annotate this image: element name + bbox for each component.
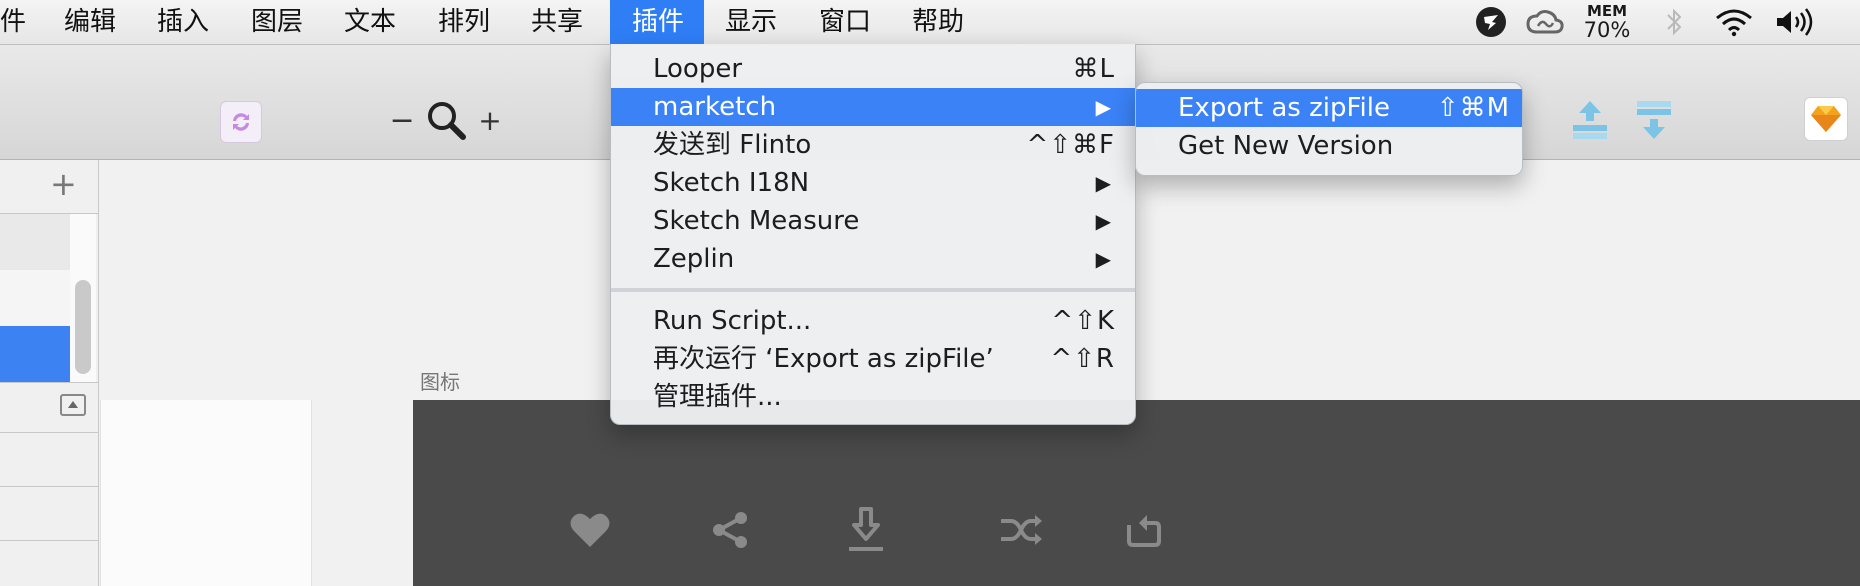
forward-button[interactable] (1568, 97, 1612, 143)
menu-window[interactable]: 窗口 (797, 0, 893, 44)
white-artboard[interactable] (100, 400, 312, 586)
zoom-out-button[interactable]: − (389, 103, 414, 138)
heart-icon (568, 505, 612, 555)
menu-layer[interactable]: 图层 (229, 0, 325, 44)
menu-separator (611, 288, 1135, 292)
menu-item-sketch-measure[interactable]: Sketch Measure ▶ (611, 202, 1135, 240)
menu-item-shortcut: ^⇧⌘F (1026, 130, 1115, 160)
menu-item-sketch-i18n[interactable]: Sketch I18N ▶ (611, 164, 1135, 202)
menu-item-label: Sketch Measure (653, 206, 860, 236)
submenu-arrow-icon: ▶ (1095, 95, 1111, 119)
menu-file[interactable]: 件 (0, 0, 48, 44)
artboard-label[interactable]: 图标 (420, 366, 460, 395)
bring-forward-icon (1573, 101, 1607, 139)
menu-item-looper[interactable]: Looper ⌘L (611, 50, 1135, 88)
page-row[interactable] (0, 270, 70, 326)
menu-item-shortcut: ^⇧K (1051, 306, 1115, 336)
submenu-arrow-icon: ▶ (1095, 247, 1111, 271)
submenu-arrow-icon: ▶ (1095, 209, 1111, 233)
zoom-in-button[interactable]: + (476, 103, 504, 137)
plugins-menu: Looper ⌘L marketch ▶ 发送到 Flinto ^⇧⌘F Ske… (610, 44, 1136, 425)
submenu-item-export-zipfile[interactable]: Export as zipFile ⇧⌘M (1136, 89, 1522, 127)
marketch-submenu: Export as zipFile ⇧⌘M Get New Version (1135, 82, 1523, 176)
collapse-icon[interactable] (60, 394, 86, 416)
wifi-icon[interactable] (1712, 0, 1756, 44)
page-row-selected[interactable] (0, 326, 70, 382)
menu-item-label: Export as zipFile (1178, 93, 1390, 123)
menu-item-marketch[interactable]: marketch ▶ (611, 88, 1135, 126)
menu-item-zeplin[interactable]: Zeplin ▶ (611, 240, 1135, 278)
menu-item-label: 管理插件... (653, 382, 782, 412)
submenu-item-get-new-version[interactable]: Get New Version (1136, 127, 1522, 165)
divider (0, 540, 98, 541)
divider (0, 432, 98, 433)
menu-item-label: 再次运行 ‘Export as zipFile’ (653, 344, 994, 374)
sync-button[interactable] (220, 101, 262, 143)
menu-view[interactable]: 显示 (703, 0, 799, 44)
send-backward-icon (1637, 101, 1671, 139)
sketch-diamond-icon (1811, 106, 1841, 132)
menu-text[interactable]: 文本 (322, 0, 418, 44)
download-icon (844, 505, 888, 555)
backward-button[interactable] (1632, 97, 1676, 143)
menu-plugins[interactable]: 插件 (610, 0, 704, 44)
divider (0, 382, 98, 383)
menu-item-flinto[interactable]: 发送到 Flinto ^⇧⌘F (611, 126, 1135, 164)
menu-item-run-script[interactable]: Run Script... ^⇧K (611, 302, 1135, 340)
menu-item-rerun[interactable]: 再次运行 ‘Export as zipFile’ ^⇧R (611, 340, 1135, 378)
menu-item-label: Get New Version (1178, 131, 1394, 161)
menu-share[interactable]: 共享 (509, 0, 605, 44)
sync-icon (233, 113, 249, 131)
menu-item-shortcut: ⌘L (1072, 54, 1115, 84)
menu-item-shortcut: ⇧⌘M (1436, 93, 1510, 123)
menu-item-label: marketch (653, 92, 777, 122)
volume-icon[interactable] (1772, 0, 1816, 44)
menu-item-label: Zeplin (653, 244, 735, 274)
menu-item-label: Looper (653, 54, 743, 84)
menu-arrange[interactable]: 排列 (416, 0, 512, 44)
page-row[interactable] (0, 214, 70, 270)
menu-item-manage-plugins[interactable]: 管理插件... (611, 378, 1135, 416)
menu-item-label: Run Script... (653, 306, 812, 336)
shuffle-icon (998, 505, 1044, 555)
menu-item-label: 发送到 Flinto (653, 130, 812, 160)
divider (0, 486, 98, 487)
sketch-cloud-button[interactable] (1804, 97, 1848, 141)
creative-cloud-icon[interactable] (1524, 0, 1566, 44)
repeat-icon (1120, 505, 1166, 555)
menu-item-label: Sketch I18N (653, 168, 810, 198)
menu-bar: 件 编辑 插入 图层 文本 排列 共享 插件 显示 窗口 帮助 MEM 70% (0, 0, 1860, 45)
scrollbar-thumb[interactable] (75, 280, 91, 374)
menu-insert[interactable]: 插入 (135, 0, 231, 44)
menu-edit[interactable]: 编辑 (42, 0, 138, 44)
dingtalk-icon[interactable] (1474, 0, 1508, 44)
zoom-icon[interactable] (424, 97, 468, 143)
submenu-arrow-icon: ▶ (1095, 171, 1111, 195)
add-page-button[interactable]: + (50, 168, 77, 200)
memory-indicator[interactable]: MEM 70% (1582, 3, 1632, 41)
mem-value: 70% (1583, 18, 1631, 42)
share-icon (708, 505, 752, 555)
menu-help[interactable]: 帮助 (890, 0, 986, 44)
bluetooth-icon[interactable] (1662, 0, 1686, 44)
dark-artboard[interactable] (413, 400, 1860, 586)
menu-item-shortcut: ^⇧R (1050, 344, 1115, 374)
layers-sidebar: + (0, 160, 99, 586)
